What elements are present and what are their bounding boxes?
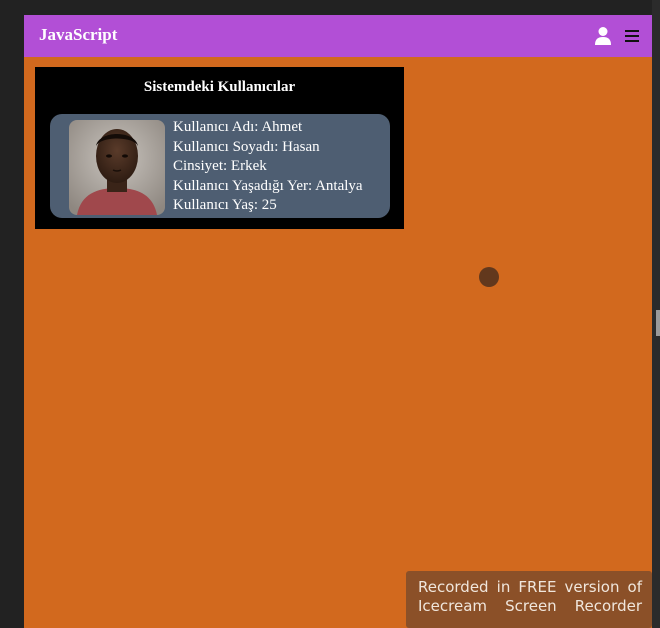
user-avatar: [69, 120, 165, 215]
user-card: Kullanıcı Adı: Ahmet Kullanıcı Soyadı: H…: [50, 114, 390, 218]
users-panel: Sistemdeki Kullanıcılar Kullanıcı Adı: A…: [35, 67, 404, 229]
watermark-line-1: Recorded in FREE version of: [418, 578, 642, 596]
mouse-cursor-indicator: [479, 267, 499, 287]
user-gender: Cinsiyet: Erkek: [173, 158, 267, 174]
user-age: Kullanıcı Yaş: 25: [173, 197, 277, 213]
recorder-watermark: Recorded in FREE version of Icecream Scr…: [406, 571, 652, 628]
brand-link[interactable]: JavaScript: [39, 25, 117, 45]
panel-title: Sistemdeki Kullanıcılar: [143, 79, 296, 95]
user-details: Kullanıcı Adı: Ahmet Kullanıcı Soyadı: H…: [173, 118, 363, 216]
user-name: Kullanıcı Adı: Ahmet: [173, 119, 303, 135]
app-viewport: JavaScript Sistemdeki Kullanıcılar Kulla…: [24, 15, 652, 628]
user-icon[interactable]: [594, 26, 612, 46]
navbar: JavaScript: [24, 15, 652, 57]
watermark-line-2: Icecream Screen Recorder: [418, 597, 642, 615]
scroll-tab[interactable]: [656, 310, 660, 336]
hamburger-menu-icon[interactable]: [624, 28, 640, 44]
user-surname: Kullanıcı Soyadı: Hasan: [173, 138, 320, 155]
user-location: Kullanıcı Yaşadığı Yer: Antalya: [173, 177, 363, 194]
